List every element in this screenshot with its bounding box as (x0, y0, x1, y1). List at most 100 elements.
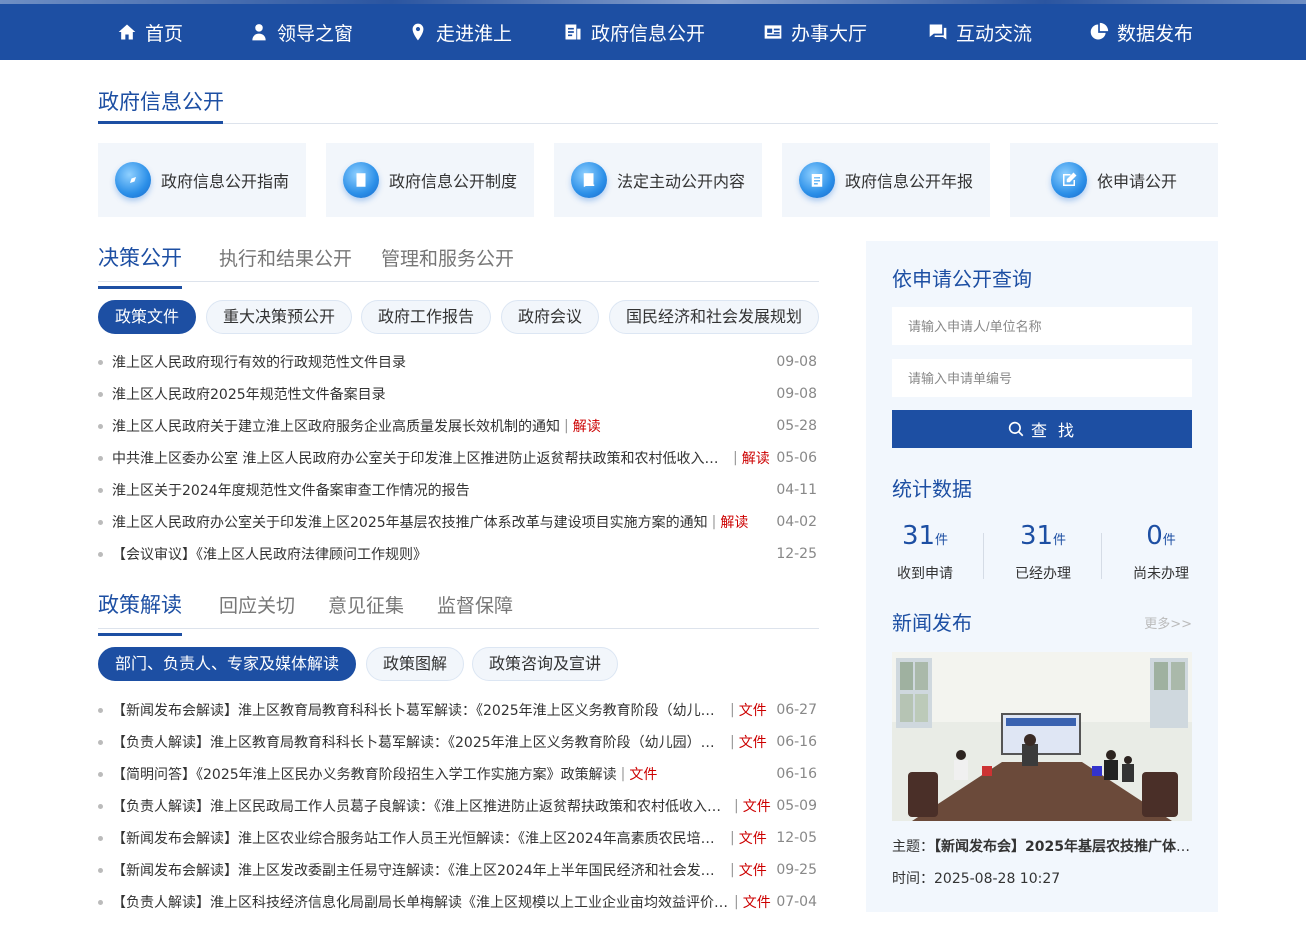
tab-response[interactable]: 回应关切 (219, 591, 295, 626)
search-button[interactable]: 查 找 (892, 410, 1192, 448)
list-item-title[interactable]: 【负责人解读】淮上区民政局工作人员葛子良解读：《淮上区推进防止返贫帮扶政策和农村… (112, 796, 730, 816)
card-disclosure-guide[interactable]: 政府信息公开指南 (98, 143, 306, 217)
document-link[interactable]: 文件 (739, 700, 767, 720)
interpretation-link[interactable]: 解读 (742, 448, 770, 468)
list-item: 【新闻发布会解读】淮上区发改委副主任易守连解读：《淮上区2024年上半年国民经济… (98, 854, 819, 886)
document-link[interactable]: 文件 (743, 796, 771, 816)
page-title: 政府信息公开 (98, 90, 224, 114)
stat-unit: 件 (935, 533, 949, 548)
card-disclosure-system[interactable]: 政府信息公开制度 (326, 143, 534, 217)
list-item-date: 06-16 (776, 766, 817, 782)
nav-data[interactable]: 数据发布 (1089, 4, 1193, 60)
nav-data-label: 数据发布 (1117, 22, 1194, 45)
list-item-date: 12-05 (776, 830, 817, 846)
list-item: 淮上区人民政府2025年规范性文件备案目录 09-08 (98, 378, 819, 410)
applicant-name-input[interactable] (892, 307, 1192, 345)
search-button-label: 查 找 (1030, 421, 1078, 440)
tab-decision-disclosure[interactable]: 决策公开 (98, 242, 182, 289)
bullet (98, 551, 103, 557)
card-statutory-content[interactable]: 法定主动公开内容 (554, 143, 762, 217)
nav-gov-info[interactable]: 政府信息公开 (563, 4, 705, 60)
pill-policy-graphics[interactable]: 政策图解 (366, 647, 465, 681)
stat-unit: 件 (1162, 533, 1176, 548)
document-link[interactable]: 文件 (629, 764, 657, 784)
tab-management-services[interactable]: 管理和服务公开 (381, 244, 514, 279)
tab-opinion-collection[interactable]: 意见征集 (328, 591, 404, 626)
card-apply-disclosure[interactable]: 依申请公开 (1010, 143, 1218, 217)
bullet (98, 835, 103, 841)
document-link[interactable]: 文件 (739, 860, 767, 880)
bullet (98, 519, 103, 525)
nav-interaction[interactable]: 互动交流 (928, 4, 1032, 60)
list-item-title[interactable]: 【新闻发布会解读】淮上区教育局教育科科长卜葛军解读：《2025年淮上区义务教育阶… (112, 700, 722, 720)
nav-home-label: 首页 (145, 22, 184, 45)
stat-label: 尚未办理 (1133, 566, 1189, 582)
pie-chart-icon (1090, 22, 1109, 40)
list-item-date: 05-28 (776, 418, 817, 434)
list-item: 淮上区人民政府关于建立淮上区政府服务企业高质量发展长效机制的通知 | 解读 05… (98, 410, 819, 442)
news-photo[interactable] (892, 652, 1192, 821)
news-subject[interactable]: 主题：【新闻发布会】2025年基层农技推广体系改革与建设项目实施方案 (892, 836, 1192, 856)
list-item-date: 09-08 (776, 386, 817, 402)
document-link[interactable]: 文件 (739, 732, 767, 752)
news-title: 新闻发布 (892, 611, 972, 635)
list-item: 淮上区人民政府办公室关于印发淮上区2025年基层农技推广体系改革与建设项目实施方… (98, 506, 819, 538)
card-label: 政府信息公开指南 (160, 172, 289, 191)
query-title: 依申请公开查询 (892, 267, 1032, 291)
document-link[interactable]: 文件 (739, 828, 767, 848)
separator: | (564, 418, 569, 434)
list-item-title[interactable]: 淮上区人民政府现行有效的行政规范性文件目录 (112, 352, 406, 372)
nav-about[interactable]: 走进淮上 (408, 4, 512, 60)
list-item-title[interactable]: 【新闻发布会解读】淮上区发改委副主任易守连解读：《淮上区2024年上半年国民经济… (112, 860, 722, 880)
edit-icon (1050, 162, 1087, 198)
nav-service-hall[interactable]: 办事大厅 (763, 4, 867, 60)
list-item-title[interactable]: 淮上区人民政府关于建立淮上区政府服务企业高质量发展长效机制的通知 (112, 416, 560, 436)
nav-about-label: 走进淮上 (436, 22, 513, 45)
pill-policy-consultation[interactable]: 政策咨询及宣讲 (472, 647, 619, 681)
list-item-title[interactable]: 【新闻发布会解读】淮上区农业综合服务站工作人员王光恒解读：《淮上区2024年高素… (112, 828, 722, 848)
more-link[interactable]: 更多>> (1144, 613, 1192, 632)
bullet (98, 359, 103, 365)
pill-work-report[interactable]: 政府工作报告 (361, 300, 492, 334)
tab-supervision[interactable]: 监督保障 (437, 591, 513, 626)
list-item-title[interactable]: 淮上区人民政府办公室关于印发淮上区2025年基层农技推广体系改革与建设项目实施方… (112, 512, 708, 532)
nav-interaction-label: 互动交流 (956, 22, 1033, 45)
stat-pending: 0件 尚未办理 (1102, 521, 1220, 583)
stat-received: 31件 收到申请 (866, 521, 984, 583)
pill-major-decisions[interactable]: 重大决策预公开 (206, 300, 353, 334)
tab-execution-results[interactable]: 执行和结果公开 (219, 244, 352, 279)
nav-home[interactable]: 首页 (117, 4, 183, 60)
list-item-title[interactable]: 【会议审议】《淮上区人民政府法律顾问工作规则》 (112, 544, 427, 564)
card-annual-report[interactable]: 政府信息公开年报 (782, 143, 990, 217)
list-item-date: 04-11 (776, 482, 817, 498)
bullet (98, 423, 103, 429)
id-card-icon (764, 25, 782, 39)
list-item-title[interactable]: 淮上区关于2024年度规范性文件备案审查工作情况的报告 (112, 480, 470, 500)
bullet (98, 771, 103, 777)
document-link[interactable]: 文件 (743, 892, 771, 912)
nav-service-hall-label: 办事大厅 (791, 22, 868, 45)
interpretation-link[interactable]: 解读 (720, 512, 748, 532)
separator: | (733, 450, 738, 466)
interpretation-link[interactable]: 解读 (573, 416, 601, 436)
pill-expert-interpretation[interactable]: 部门、负责人、专家及媒体解读 (98, 647, 357, 681)
tab-policy-interpretation[interactable]: 政策解读 (98, 589, 182, 636)
bullet (98, 455, 103, 461)
nav-leaders[interactable]: 领导之窗 (249, 4, 353, 60)
stat-number: 0 (1146, 521, 1163, 551)
application-number-input[interactable] (892, 359, 1192, 397)
stats-title: 统计数据 (892, 477, 972, 501)
list-item-title[interactable]: 中共淮上区委办公室 淮上区人民政府办公室关于印发淮上区推进防止返贫帮扶政策和农村… (112, 448, 719, 468)
list-item-title[interactable]: 【负责人解读】淮上区教育局教育科科长卜葛军解读：《2025年淮上区义务教育阶段（… (112, 732, 722, 752)
stat-label: 已经办理 (1015, 566, 1071, 582)
separator: | (711, 514, 717, 530)
pill-development-plan[interactable]: 国民经济和社会发展规划 (609, 300, 820, 334)
pill-gov-meetings[interactable]: 政府会议 (501, 300, 600, 334)
list-item-title[interactable]: 淮上区人民政府2025年规范性文件备案目录 (112, 384, 386, 404)
document-icon (565, 24, 581, 40)
home-icon (118, 24, 136, 40)
list-item-title[interactable]: 【简明问答】《2025年淮上区民办义务教育阶段招生入学工作实施方案》政策解读 (112, 764, 617, 784)
pill-policy-documents[interactable]: 政策文件 (98, 300, 197, 334)
list-item: 【新闻发布会解读】淮上区农业综合服务站工作人员王光恒解读：《淮上区2024年高素… (98, 822, 819, 854)
list-item-title[interactable]: 【负责人解读】淮上区科技经济信息化局副局长单梅解读《淮上区规模以上工业企业亩均效… (112, 892, 730, 912)
